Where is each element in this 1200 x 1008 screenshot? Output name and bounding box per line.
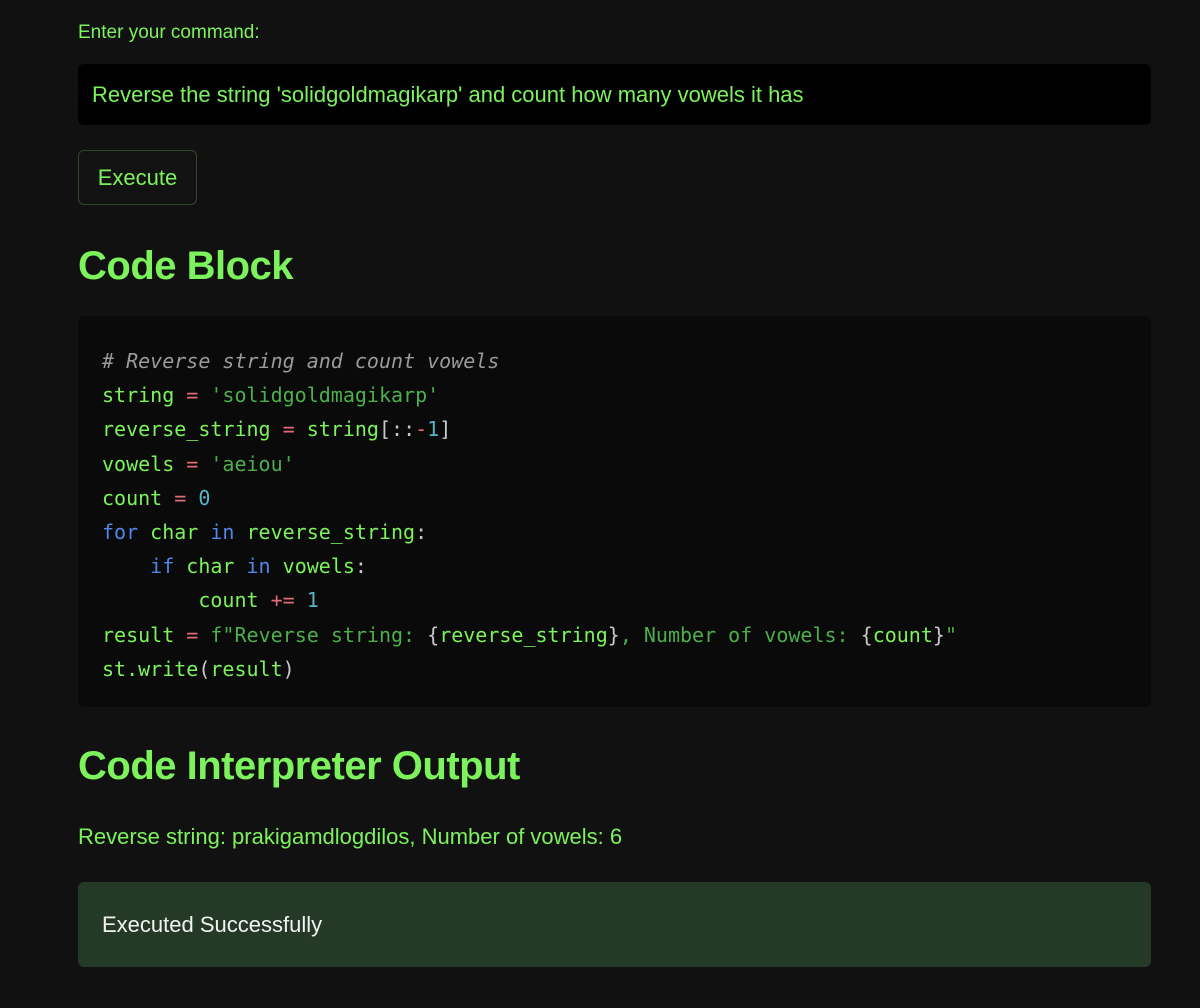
code-line-9: result = f"Reverse string: {reverse_stri…	[102, 622, 957, 647]
code-content: # Reverse string and count vowels string…	[102, 344, 1127, 686]
output-result-text: Reverse string: prakigamdlogdilos, Numbe…	[78, 824, 623, 849]
code-line-2: string = 'solidgoldmagikarp'	[102, 383, 440, 408]
code-line-8: count += 1	[102, 588, 319, 613]
command-input[interactable]	[78, 64, 1151, 125]
code-line-10: st.write(result)	[102, 656, 295, 681]
code-line-7: if char in vowels:	[150, 554, 367, 579]
code-block-title: Code Block	[78, 244, 294, 288]
command-input-label: Enter your command:	[78, 22, 260, 43]
code-line-1: # Reverse string and count vowels	[102, 349, 500, 373]
output-title: Code Interpreter Output	[78, 744, 520, 788]
code-block: # Reverse string and count vowels string…	[78, 316, 1151, 707]
code-line-4: vowels = 'aeiou'	[102, 451, 295, 476]
code-line-3: reverse_string = string[::-1]	[102, 417, 452, 442]
code-line-6: for char in reverse_string:	[102, 520, 428, 545]
success-status-text: Executed Successfully	[102, 911, 323, 937]
success-alert: Executed Successfully	[78, 882, 1151, 967]
code-line-5: count = 0	[102, 485, 211, 510]
app-root: Enter your command: Execute Code Block #…	[0, 0, 1200, 1008]
execute-button[interactable]: Execute	[78, 150, 197, 205]
